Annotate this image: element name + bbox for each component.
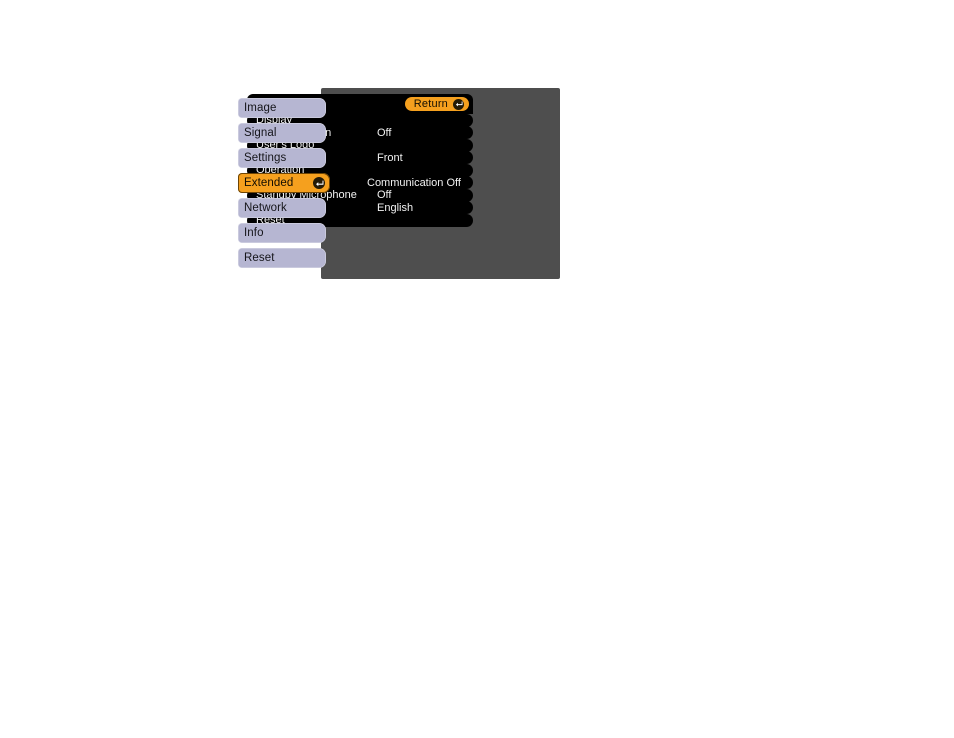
return-label: Return	[413, 98, 448, 110]
sidebar-item-label: Extended	[244, 177, 294, 189]
sidebar-item-reset[interactable]: Reset	[238, 248, 326, 268]
menu-item-value: Off	[377, 189, 392, 201]
enter-arrow-icon	[313, 177, 325, 189]
sidebar-item-network[interactable]: Network	[238, 198, 326, 218]
sidebar-item-label: Reset	[244, 252, 275, 264]
sidebar-item-image[interactable]: Image	[238, 98, 326, 118]
menu-item-value: Front	[377, 151, 403, 164]
menu-item-value: Communication Off	[367, 176, 461, 189]
sidebar-item-label: Info	[244, 227, 264, 239]
sidebar-tabs: Image Signal Settings Extended Network I…	[238, 98, 330, 273]
sidebar-item-info[interactable]: Info	[238, 223, 326, 243]
sidebar-item-label: Signal	[244, 127, 277, 139]
sidebar-item-label: Settings	[244, 152, 287, 164]
menu-item-value: English	[377, 201, 414, 214]
sidebar-item-signal[interactable]: Signal	[238, 123, 326, 143]
menu-item-value: Off	[377, 126, 392, 139]
sidebar-item-settings[interactable]: Settings	[238, 148, 326, 168]
sidebar-item-extended[interactable]: Extended	[238, 173, 330, 193]
sidebar-item-label: Image	[244, 102, 277, 114]
enter-arrow-icon	[453, 98, 464, 110]
return-button[interactable]: Return	[404, 97, 469, 111]
sidebar-item-label: Network	[244, 202, 287, 214]
